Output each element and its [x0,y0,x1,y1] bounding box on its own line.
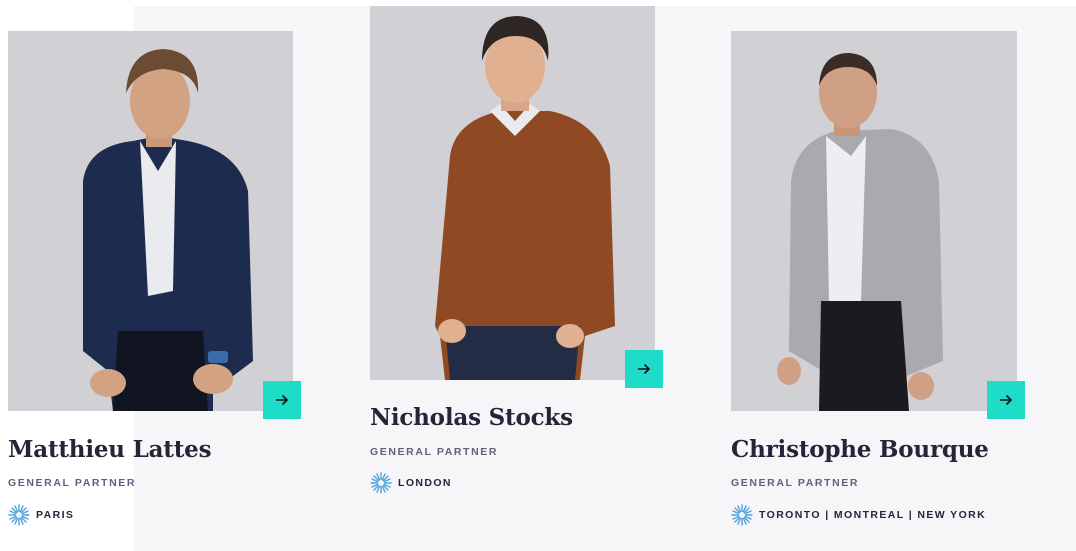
arrow-right-icon [638,363,651,375]
team-member-role: GENERAL PARTNER [731,477,860,489]
arrow-right-icon [1000,394,1013,406]
arrow-right-icon [276,394,289,406]
team-photo[interactable] [731,31,1017,411]
starburst-icon [370,472,392,494]
team-member-name: Matthieu Lattes [8,436,212,463]
team-photo[interactable] [370,6,655,380]
location-label: TORONTO | MONTREAL | NEW YORK [759,509,987,521]
view-profile-button[interactable] [987,381,1025,419]
team-member-location: TORONTO | MONTREAL | NEW YORK [731,504,986,526]
location-label: LONDON [398,477,452,489]
view-profile-button[interactable] [263,381,301,419]
starburst-icon [731,504,753,526]
location-label: PARIS [36,509,75,521]
portrait-photo [435,16,615,380]
team-member-location: LONDON [370,472,452,494]
team-member-role: GENERAL PARTNER [370,446,499,458]
view-profile-button[interactable] [625,350,663,388]
team-member-name: Nicholas Stocks [370,404,573,431]
starburst-icon [8,504,30,526]
team-member-role: GENERAL PARTNER [8,477,137,489]
portrait-photo [777,53,943,411]
team-photo[interactable] [8,31,293,411]
team-member-name: Christophe Bourque [731,436,989,463]
portrait-photo [83,49,253,411]
team-member-location: PARIS [8,504,74,526]
